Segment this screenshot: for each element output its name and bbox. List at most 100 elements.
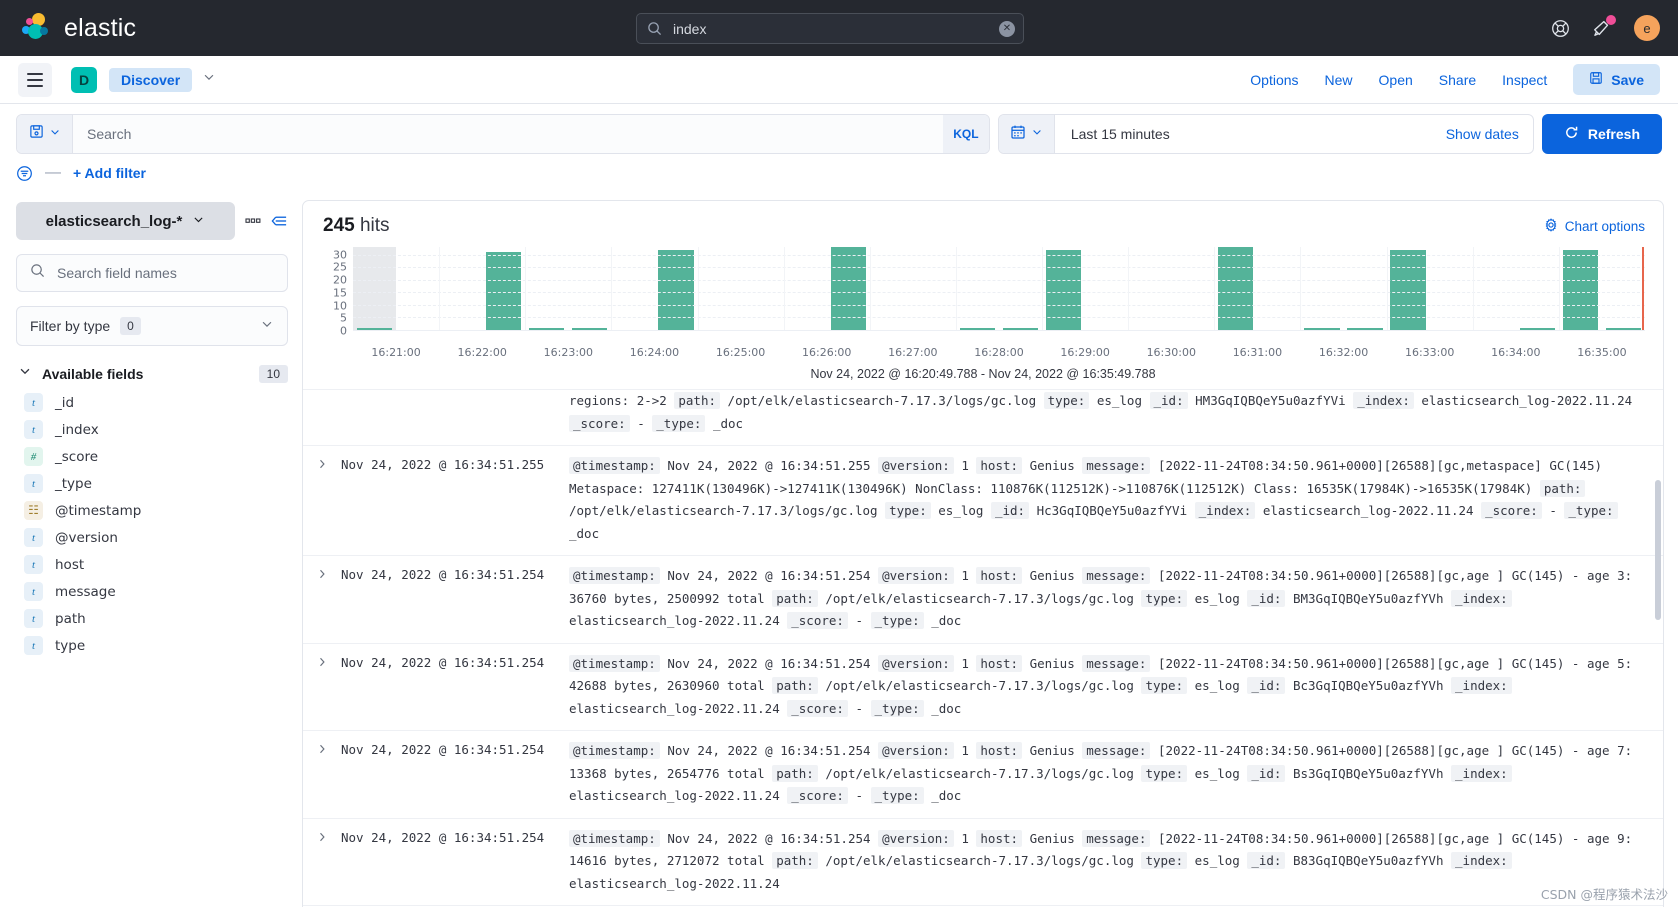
field-item-type[interactable]: t _type xyxy=(16,470,288,497)
expand-row-button[interactable] xyxy=(303,390,341,435)
breadcrumb[interactable]: Discover xyxy=(109,67,193,92)
field-item-path[interactable]: t path xyxy=(16,605,288,632)
navbar-actions: Options New Open Share Inspect Save xyxy=(1250,64,1660,95)
x-tick-16:24:00: 16:24:00 xyxy=(629,346,680,359)
gridline-v xyxy=(1558,247,1560,330)
field-value: 1 xyxy=(961,743,969,758)
field-item-message[interactable]: t message xyxy=(16,578,288,605)
brand[interactable]: elastic xyxy=(0,13,136,43)
app-badge: D xyxy=(71,66,97,93)
field-item-id[interactable]: t _id xyxy=(16,389,288,416)
hamburger-menu-icon[interactable] xyxy=(18,62,52,97)
chart-options-button[interactable]: Chart options xyxy=(1544,217,1645,235)
field-key: _score: xyxy=(787,787,848,804)
options-button[interactable]: Options xyxy=(1250,72,1298,88)
filter-by-type-count: 0 xyxy=(120,317,141,335)
document-source: @timestamp: Nov 24, 2022 @ 16:34:51.254 … xyxy=(569,565,1663,633)
saved-query-button[interactable] xyxy=(17,115,73,153)
field-key: _index: xyxy=(1451,852,1512,869)
clear-icon[interactable]: ✕ xyxy=(999,20,1015,37)
date-range-group[interactable]: Last 15 minutes Show dates xyxy=(997,114,1534,154)
inspect-button[interactable]: Inspect xyxy=(1502,72,1547,88)
table-row[interactable]: Nov 24, 2022 @ 16:34:51.254 @timestamp: N… xyxy=(303,644,1663,731)
chevron-down-icon xyxy=(1031,125,1043,143)
index-pattern-selector[interactable]: elasticsearch_log-* xyxy=(16,202,235,240)
field-key: _score: xyxy=(1481,502,1542,519)
field-item-score[interactable]: # _score xyxy=(16,443,288,470)
field-item-host[interactable]: t host xyxy=(16,551,288,578)
global-search-bar[interactable]: index ✕ xyxy=(636,13,1024,44)
field-value: /opt/elk/elasticsearch-7.17.3/logs/gc.lo… xyxy=(825,765,1134,781)
more-options-icon[interactable] xyxy=(245,217,261,225)
add-filter-button[interactable]: + Add filter xyxy=(73,165,146,181)
table-row[interactable]: Nov 24, 2022 @ 16:34:51.254 @timestamp: N… xyxy=(303,819,1663,906)
histogram-chart[interactable]: 0 5 10 15 20 25 30 16:21:00 16:22:00 16:23:00 16:… xyxy=(303,241,1663,389)
bar-value-1 xyxy=(1347,327,1383,330)
field-value: es_log xyxy=(1194,765,1240,781)
field-item-version[interactable]: t @version xyxy=(16,524,288,551)
query-language-button[interactable]: KQL xyxy=(942,115,989,153)
search-icon xyxy=(647,21,662,36)
string-type-icon: t xyxy=(24,555,43,574)
avatar[interactable]: e xyxy=(1634,15,1660,41)
table-row[interactable]: Nov 24, 2022 @ 16:34:51.254 @timestamp: N… xyxy=(303,731,1663,819)
available-fields-header[interactable]: Available fields 10 xyxy=(16,364,288,383)
x-tick-16:27:00: 16:27:00 xyxy=(888,346,938,359)
main-area: elasticsearch_log-* Search field names F… xyxy=(0,192,1678,907)
show-dates-button[interactable]: Show dates xyxy=(1446,115,1533,153)
date-quick-select-button[interactable] xyxy=(998,115,1055,153)
string-type-icon: t xyxy=(24,393,43,412)
documents-table[interactable]: regions: 2->2 path: /opt/elk/elasticsear… xyxy=(303,389,1663,907)
hits-count: 245 xyxy=(323,215,355,236)
expand-row-button[interactable] xyxy=(303,653,341,721)
open-button[interactable]: Open xyxy=(1379,72,1413,88)
document-time: Nov 24, 2022 @ 16:34:51.254 xyxy=(341,742,545,757)
expand-row-button[interactable] xyxy=(303,455,341,545)
x-tick-16:22:00: 16:22:00 xyxy=(457,346,507,359)
field-item-timestamp[interactable]: ☷ @timestamp xyxy=(16,497,288,524)
field-name: @version xyxy=(55,529,118,546)
gear-icon xyxy=(1544,217,1558,235)
y-tick-25: 25 xyxy=(333,260,347,274)
save-button[interactable]: Save xyxy=(1573,64,1660,95)
field-key: _index: xyxy=(1451,589,1512,607)
expand-row-button[interactable] xyxy=(303,828,341,896)
field-value: elasticsearch_log-2022.11.24 xyxy=(569,700,780,716)
field-item-index[interactable]: t _index xyxy=(16,416,288,443)
expand-row-button[interactable] xyxy=(303,565,341,633)
megaphone-announcements-icon[interactable] xyxy=(1592,15,1616,38)
lifebuoy-help-icon[interactable] xyxy=(1551,19,1570,38)
share-button[interactable]: Share xyxy=(1439,72,1476,88)
table-row[interactable]: Nov 24, 2022 @ 16:34:51.255 @timestamp: N… xyxy=(303,446,1663,556)
chevron-down-icon[interactable] xyxy=(202,70,216,89)
document-source: @timestamp: Nov 24, 2022 @ 16:34:51.254 … xyxy=(569,740,1663,808)
search-input[interactable]: Search xyxy=(73,115,943,153)
documents-scrollbar[interactable] xyxy=(1655,390,1661,907)
table-row[interactable]: regions: 2->2 path: /opt/elk/elasticsear… xyxy=(303,390,1663,446)
available-fields-label: Available fields xyxy=(42,365,144,382)
expand-row-button[interactable] xyxy=(303,740,341,808)
refresh-button[interactable]: Refresh xyxy=(1541,114,1662,154)
bar-value-1 xyxy=(572,327,608,330)
field-value: Nov 24, 2022 @ 16:34:51.254 xyxy=(667,655,871,671)
field-value: _doc xyxy=(931,788,962,803)
filter-by-type-button[interactable]: Filter by type 0 xyxy=(16,306,288,346)
document-time: Nov 24, 2022 @ 16:34:51.254 xyxy=(341,654,545,670)
field-item-type[interactable]: t type xyxy=(16,632,288,659)
filter-list-icon[interactable] xyxy=(16,165,33,182)
field-key: type: xyxy=(1141,852,1188,869)
table-row[interactable]: Nov 24, 2022 @ 16:34:51.254 @timestamp: N… xyxy=(303,556,1663,644)
field-value: 1 xyxy=(961,568,969,583)
chevron-right-icon xyxy=(320,832,325,841)
query-input-group[interactable]: Search KQL xyxy=(16,114,990,154)
field-key: _type: xyxy=(870,612,924,629)
field-value: 1 xyxy=(961,830,969,846)
collapse-sidebar-icon[interactable] xyxy=(271,214,288,228)
chevron-down-icon xyxy=(18,364,32,383)
new-button[interactable]: New xyxy=(1325,72,1353,88)
x-tick-16:23:00: 16:23:00 xyxy=(543,346,594,359)
field-search-input[interactable]: Search field names xyxy=(16,254,288,292)
x-axis: 16:21:00 16:22:00 16:23:00 16:24:00 16:25:00… xyxy=(353,343,1645,363)
scrollbar-thumb[interactable] xyxy=(1655,480,1661,620)
time-range-value[interactable]: Last 15 minutes xyxy=(1055,115,1446,153)
